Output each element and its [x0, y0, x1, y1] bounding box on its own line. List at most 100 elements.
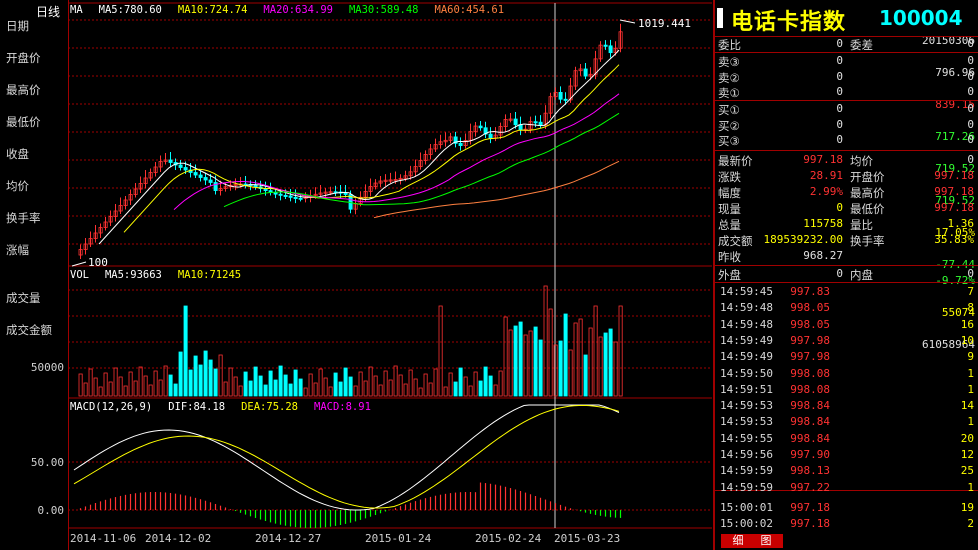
price-legend: MA MA5:780.60 MA10:724.74 MA20:634.99 MA30:5…: [70, 4, 520, 16]
volume-bar: [293, 369, 298, 397]
price_legend-item: MA20:634.99: [263, 4, 333, 16]
tick-price: 997.22: [790, 480, 830, 494]
tick-volume: 7: [967, 285, 974, 298]
tick-volume: 1: [967, 382, 974, 396]
volume-bar: [463, 376, 468, 397]
tick-price: 997.18: [790, 500, 830, 514]
volume-bar: [143, 375, 148, 397]
volume-bar: [398, 374, 403, 397]
volume-bar: [378, 384, 383, 397]
volume-bar: [428, 382, 433, 397]
volume-bar: [403, 383, 408, 397]
volume-bar: [618, 305, 623, 397]
volume-bar: [613, 341, 618, 397]
volume-bar: [503, 316, 508, 397]
candle-body: [278, 193, 283, 196]
stat-left-value: 2.99%: [809, 185, 843, 198]
tick-time: 15:00:02: [720, 517, 773, 531]
date-axis-tick: 2014-11-06: [70, 532, 136, 545]
inner-volume-label: 内盘: [850, 268, 873, 282]
candle-body: [513, 118, 518, 126]
volume-bar: [88, 368, 93, 397]
stat-right-label: 最低价: [850, 202, 885, 216]
tick-row: 14:59:48 998.05 16: [715, 318, 978, 334]
volume-axis-tick: 50000: [31, 361, 64, 374]
stat-right-value: 997.18: [934, 201, 974, 214]
candle-body: [563, 98, 568, 101]
tick-volume: 2: [967, 517, 974, 531]
tick-volume: 14: [960, 399, 974, 413]
tick-time: 14:59:53: [720, 415, 773, 429]
tick-price: 998.84: [790, 431, 830, 445]
volume-bar: [338, 381, 343, 397]
divider: [715, 265, 978, 266]
volume-bar: [353, 385, 358, 397]
ask-row-value: 0: [836, 85, 843, 98]
tick-time: 14:59:59: [720, 464, 773, 478]
candle-body: [343, 192, 348, 195]
stat-left-label: 昨收: [718, 250, 741, 264]
volume-bar: [453, 381, 458, 397]
tick-time: 14:59:55: [720, 431, 773, 445]
volume-bar: [303, 387, 308, 397]
tick-volume: 20: [960, 431, 974, 445]
volume-bar: [223, 381, 228, 397]
bid-row-value: 0: [836, 102, 843, 115]
tick-row: 14:59:55 998.84 20: [715, 432, 978, 448]
volume-bar: [318, 368, 323, 397]
date-axis-tick: 2014-12-02: [145, 532, 211, 545]
tick-price: 998.05: [790, 317, 830, 331]
order-ratio-value: 0: [836, 37, 843, 50]
tick-price: 998.08: [790, 382, 830, 396]
macd_legend-item: MACD(12,26,9): [70, 401, 153, 413]
stat-right-value: 997.18: [934, 185, 974, 198]
volume-bar: [438, 305, 443, 397]
candle-body: [518, 124, 523, 131]
macd-axis-tick: 0.00: [38, 504, 65, 517]
inner-volume-value: 0: [967, 267, 974, 280]
volume-bar: [583, 354, 588, 397]
candle-body: [293, 196, 298, 199]
volume-bar: [228, 367, 233, 397]
stat-left-label: 幅度: [718, 186, 741, 200]
ask-row-value: 0: [836, 54, 843, 67]
tick-row: 14:59:53 998.84 1: [715, 415, 978, 431]
divider: [715, 282, 978, 283]
tick-row: 14:59:56 997.90 12: [715, 448, 978, 464]
candle-body: [558, 91, 563, 100]
volume-bar: [368, 366, 373, 397]
tab-chart[interactable]: 图: [749, 534, 783, 548]
tick-row: 15:00:01 997.18 19: [715, 501, 978, 517]
candle-body: [608, 45, 613, 54]
candle-body: [183, 167, 188, 171]
tick-row: 14:59:48 998.05 8: [715, 301, 978, 317]
stat-left-value: 28.91: [809, 169, 843, 182]
vol_legend-item: MA5:93663: [104, 269, 162, 281]
quote-panel: 电话卡指数 100004 委比 0 委差 0 卖③ 0 0 卖② 0 0 卖① 0 0 买① 0 0 买② 0 0 买…: [713, 0, 978, 550]
tick-time: 15:00:01: [720, 500, 773, 514]
tick-volume: 1: [967, 480, 974, 494]
outer-volume-label: 外盘: [718, 268, 741, 282]
volume-bar: [433, 368, 438, 397]
kline-chart-area[interactable]: 1019.441 100 50000 50.00 0.00 2014-11-06 2014-…: [0, 0, 712, 550]
volume-bar: [158, 379, 163, 397]
stat-left-value: 968.27: [803, 249, 843, 262]
volume-bar: [383, 370, 388, 397]
moving-average-line: [98, 49, 620, 245]
volume-bar: [523, 334, 528, 397]
ask-vol: 0: [967, 85, 974, 98]
volume-bar: [413, 378, 418, 397]
price_legend-item: MA60:454.61: [434, 4, 505, 16]
volume-bar: [168, 374, 173, 397]
volume-bar: [388, 379, 393, 397]
date-axis-tick: 2015-02-24: [475, 532, 542, 545]
volume-bar: [328, 386, 333, 397]
volume-bar: [533, 326, 538, 397]
volume-bar: [123, 385, 128, 397]
tick-time: 14:59:59: [720, 480, 773, 494]
volume-bar: [268, 370, 273, 397]
volume-bar: [163, 365, 168, 397]
tick-time: 14:59:48: [720, 317, 773, 331]
volume-bar: [448, 372, 453, 397]
volume-bar: [243, 371, 248, 397]
